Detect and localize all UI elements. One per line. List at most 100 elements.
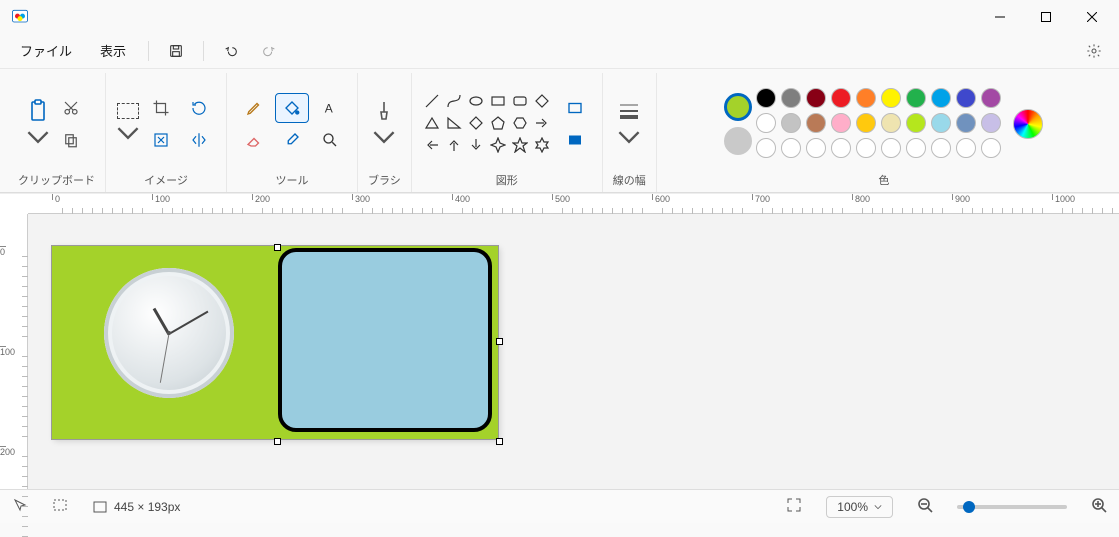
color-swatch-empty[interactable]	[831, 138, 851, 158]
group-stroke: 線の幅	[603, 73, 657, 192]
zoom-dropdown[interactable]: 100%	[826, 496, 893, 518]
stroke-width-button[interactable]	[617, 99, 641, 149]
eraser-tool[interactable]	[237, 125, 271, 155]
undo-button[interactable]	[214, 36, 248, 66]
shape-pentagon[interactable]	[490, 115, 506, 131]
color-2-well[interactable]	[724, 127, 752, 155]
shape-star6[interactable]	[534, 137, 550, 153]
color-swatch-empty[interactable]	[931, 138, 951, 158]
separator	[148, 41, 149, 61]
ruler-horizontal: 01002003004005006007008009001000	[28, 194, 1119, 214]
group-label-image: イメージ	[144, 168, 188, 190]
shape-arrow-down[interactable]	[468, 137, 484, 153]
shape-polygon[interactable]	[534, 93, 550, 109]
selection-handle[interactable]	[496, 338, 503, 345]
resize-button[interactable]	[144, 125, 178, 155]
copy-button[interactable]	[54, 125, 88, 155]
color-swatch-empty[interactable]	[781, 138, 801, 158]
canvas[interactable]	[52, 246, 498, 439]
text-tool[interactable]: A	[313, 93, 347, 123]
shape-arrow-right[interactable]	[534, 115, 550, 131]
flip-button[interactable]	[182, 125, 216, 155]
window-close-button[interactable]	[1069, 2, 1115, 32]
shape-roundrect[interactable]	[512, 93, 528, 109]
color-swatch[interactable]	[806, 88, 826, 108]
shape-star5[interactable]	[512, 137, 528, 153]
color-swatch-empty[interactable]	[956, 138, 976, 158]
color-swatch[interactable]	[831, 113, 851, 133]
ruler-tick: 100	[0, 346, 6, 357]
save-button[interactable]	[159, 36, 193, 66]
selection-handle[interactable]	[274, 438, 281, 445]
shape-hexagon[interactable]	[512, 115, 528, 131]
color-swatch-empty[interactable]	[806, 138, 826, 158]
zoom-slider[interactable]	[957, 505, 1067, 509]
color-swatch-empty[interactable]	[906, 138, 926, 158]
shape-rect[interactable]	[490, 93, 506, 109]
cut-button[interactable]	[54, 93, 88, 123]
magnifier-tool[interactable]	[313, 125, 347, 155]
pencil-tool[interactable]	[237, 93, 271, 123]
chevron-down-icon	[874, 503, 882, 511]
selection-handle[interactable]	[274, 244, 281, 251]
settings-button[interactable]	[1077, 36, 1111, 66]
color-swatch-empty[interactable]	[981, 138, 1001, 158]
shape-curve[interactable]	[446, 93, 462, 109]
window-minimize-button[interactable]	[977, 2, 1023, 32]
color-swatch[interactable]	[831, 88, 851, 108]
edit-colors-button[interactable]	[1013, 109, 1043, 139]
shape-line[interactable]	[424, 93, 440, 109]
shapes-gallery[interactable]	[422, 91, 554, 157]
selection-handle[interactable]	[496, 438, 503, 445]
redo-button[interactable]	[252, 36, 286, 66]
color-swatch[interactable]	[781, 113, 801, 133]
color-swatch[interactable]	[756, 113, 776, 133]
color-swatch[interactable]	[881, 113, 901, 133]
color-swatch[interactable]	[856, 88, 876, 108]
color-swatch[interactable]	[806, 113, 826, 133]
shape-fill-button[interactable]	[558, 125, 592, 155]
shape-diamond[interactable]	[468, 115, 484, 131]
color-swatch[interactable]	[981, 88, 1001, 108]
color-swatch[interactable]	[756, 88, 776, 108]
crop-button[interactable]	[144, 93, 178, 123]
color-swatch-empty[interactable]	[856, 138, 876, 158]
color-swatch-empty[interactable]	[881, 138, 901, 158]
menu-view[interactable]: 表示	[88, 35, 138, 66]
window-maximize-button[interactable]	[1023, 2, 1069, 32]
ruler-tick: 400	[452, 194, 470, 200]
color-swatch-empty[interactable]	[756, 138, 776, 158]
eyedropper-tool[interactable]	[275, 125, 309, 155]
color-swatch[interactable]	[981, 113, 1001, 133]
shape-star4[interactable]	[490, 137, 506, 153]
fit-screen-icon[interactable]	[786, 497, 802, 516]
color-swatch[interactable]	[906, 88, 926, 108]
color-swatch[interactable]	[881, 88, 901, 108]
fill-tool[interactable]	[275, 93, 309, 123]
menu-file[interactable]: ファイル	[8, 35, 84, 66]
color-swatch[interactable]	[856, 113, 876, 133]
ruler-tick: 700	[752, 194, 770, 200]
shape-oval[interactable]	[468, 93, 484, 109]
color-swatch[interactable]	[956, 88, 976, 108]
color-swatch[interactable]	[931, 113, 951, 133]
shape-outline-button[interactable]	[558, 93, 592, 123]
zoom-in-button[interactable]	[1091, 497, 1107, 516]
brushes-button[interactable]	[372, 99, 396, 149]
rotate-button[interactable]	[182, 93, 216, 123]
color-swatch[interactable]	[956, 113, 976, 133]
color-1-well[interactable]	[724, 93, 752, 121]
zoom-out-button[interactable]	[917, 497, 933, 516]
color-swatch[interactable]	[781, 88, 801, 108]
select-button[interactable]	[116, 103, 140, 145]
shape-right-triangle[interactable]	[446, 115, 462, 131]
canvas-rounded-rectangle[interactable]	[278, 248, 492, 432]
shape-triangle[interactable]	[424, 115, 440, 131]
canvas-viewport[interactable]	[28, 214, 1119, 489]
shape-arrow-up[interactable]	[446, 137, 462, 153]
paste-button[interactable]	[26, 99, 50, 149]
color-swatch[interactable]	[906, 113, 926, 133]
group-clipboard: クリップボード	[8, 73, 106, 192]
color-swatch[interactable]	[931, 88, 951, 108]
shape-arrow-left[interactable]	[424, 137, 440, 153]
